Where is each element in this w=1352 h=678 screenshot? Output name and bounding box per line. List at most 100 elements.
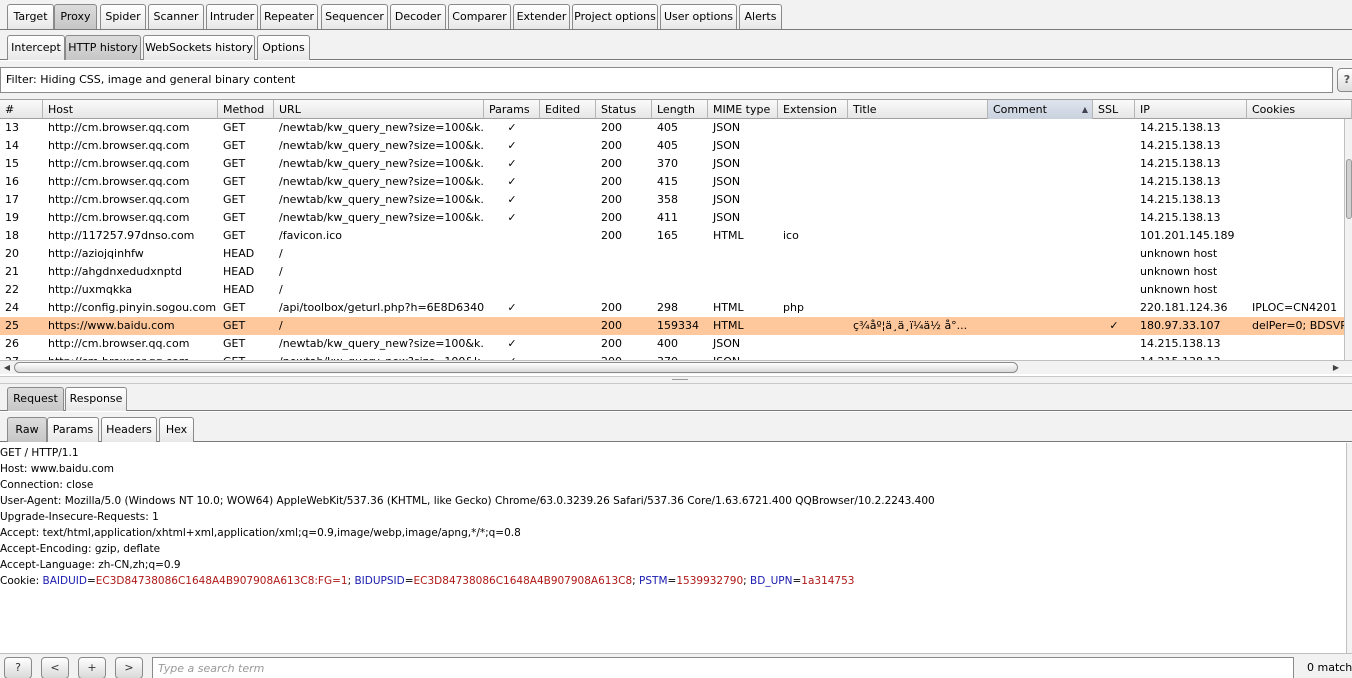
cookie-header-name: Cookie: xyxy=(0,575,43,587)
tab-proxy[interactable]: Proxy xyxy=(54,4,97,29)
table-row[interactable]: 18 http://117257.97dnso.com GET/favicon.ic… xyxy=(0,227,1344,245)
cell-title xyxy=(848,155,988,173)
scroll-thumb[interactable] xyxy=(1346,159,1352,219)
search-input[interactable] xyxy=(152,657,1294,678)
cell-status: 200 xyxy=(601,211,622,224)
search-help-button[interactable]: ? xyxy=(4,657,32,678)
table-row[interactable]: 13 http://cm.browser.qq.com GET/newtab/kw_… xyxy=(0,119,1344,137)
cell-ssl xyxy=(1093,191,1135,209)
tab-params[interactable]: Params xyxy=(47,417,99,442)
tab-extender[interactable]: Extender xyxy=(513,4,570,29)
table-horizontal-scrollbar[interactable]: ◀ ▶ xyxy=(0,360,1352,374)
column-header-status[interactable]: Status xyxy=(596,100,652,119)
cell-method: GET xyxy=(223,175,246,188)
cell-mime xyxy=(708,245,778,263)
cell-params: ✓ xyxy=(507,301,517,314)
column-header-ip[interactable]: IP xyxy=(1135,100,1247,119)
search-next-button[interactable]: > xyxy=(115,657,143,678)
table-row[interactable]: 20 http://aziojqinhfw HEAD / unknown host xyxy=(0,245,1344,263)
table-row[interactable]: 19 http://cm.browser.qq.com GET/newtab/kw_… xyxy=(0,209,1344,227)
table-row[interactable]: 24 http://config.pinyin.sogou.com GET/api/… xyxy=(0,299,1344,317)
column-header-ssl[interactable]: SSL xyxy=(1093,100,1135,119)
raw-request-editor[interactable]: GET / HTTP/1.1 Host: www.baidu.com Conne… xyxy=(0,443,1352,653)
column-header-comment[interactable]: Comment ▲ xyxy=(988,100,1093,119)
column-header-method[interactable]: Method xyxy=(218,100,274,119)
editor-vertical-scrollbar[interactable] xyxy=(1346,443,1352,653)
tab-spider[interactable]: Spider xyxy=(100,4,146,29)
tab-target[interactable]: Target xyxy=(7,4,54,29)
tab-hex[interactable]: Hex xyxy=(159,417,194,442)
cell-length: 411 xyxy=(657,211,678,224)
tab-comparer[interactable]: Comparer xyxy=(448,4,511,29)
cell-length: 405 xyxy=(657,139,678,152)
cell-num: 14 xyxy=(5,139,19,152)
column-header-mime-type[interactable]: MIME type xyxy=(708,100,778,119)
tab-scanner[interactable]: Scanner xyxy=(148,4,204,29)
pane-splitter[interactable] xyxy=(0,376,1352,384)
cell-ssl xyxy=(1093,245,1135,263)
table-row[interactable]: 27http://cm.browser.qq.comGET/newtab/kw_… xyxy=(0,353,1344,360)
search-previous-button[interactable]: < xyxy=(41,657,69,678)
scroll-left-icon[interactable]: ◀ xyxy=(1,361,13,374)
cell-host: http://config.pinyin.sogou.com xyxy=(48,301,217,314)
cell-comment xyxy=(988,155,1093,173)
column-header-params[interactable]: Params xyxy=(484,100,540,119)
tab-http-history[interactable]: HTTP history xyxy=(65,35,141,60)
scroll-right-icon[interactable]: ▶ xyxy=(1330,361,1342,374)
cell-cookies xyxy=(1247,263,1344,281)
cell-params: ✓ xyxy=(507,157,517,170)
table-row[interactable]: 16 http://cm.browser.qq.com GET/newtab/kw_… xyxy=(0,173,1344,191)
cell-method: GET xyxy=(223,229,246,242)
search-add-button[interactable]: + xyxy=(78,657,106,678)
column-header-title[interactable]: Title xyxy=(848,100,988,119)
tab-request[interactable]: Request xyxy=(7,387,64,411)
cell-cookies xyxy=(1247,137,1344,155)
tab-intruder[interactable]: Intruder xyxy=(206,4,258,29)
cell-cookies xyxy=(1247,281,1344,299)
table-row[interactable]: 17 http://cm.browser.qq.com GET/newtab/kw_… xyxy=(0,191,1344,209)
cell-num: 26 xyxy=(5,337,19,350)
column-header-extension[interactable]: Extension xyxy=(778,100,848,119)
cell-params xyxy=(484,263,540,281)
scroll-thumb[interactable] xyxy=(14,362,1018,373)
column-header-host[interactable]: Host xyxy=(43,100,218,119)
tab-user-options[interactable]: User options xyxy=(660,4,737,29)
tab-sequencer[interactable]: Sequencer xyxy=(321,4,388,29)
tab-decoder[interactable]: Decoder xyxy=(390,4,446,29)
table-row[interactable]: 25 https://www.baidu.com GET / 200 159334 HTML… xyxy=(0,317,1344,335)
cell-params: ✓ xyxy=(484,353,540,360)
table-row[interactable]: 14 http://cm.browser.qq.com GET/newtab/kw_… xyxy=(0,137,1344,155)
cell-title: ç¾åº¦ä¸ä¸ï¼ä½ å°... xyxy=(853,319,968,332)
tab-headers[interactable]: Headers xyxy=(101,417,157,442)
tab-repeater[interactable]: Repeater xyxy=(260,4,318,29)
column-header-url[interactable]: URL xyxy=(274,100,484,119)
column-header-length[interactable]: Length xyxy=(652,100,708,119)
cell-num: 15 xyxy=(5,157,19,170)
tab-project-options[interactable]: Project options xyxy=(572,4,658,29)
table-row[interactable]: 22 http://uxmqkka HEAD / unknown host xyxy=(0,281,1344,299)
filter-bar[interactable]: Filter: Hiding CSS, image and general bi… xyxy=(0,67,1333,93)
cell-ssl xyxy=(1093,353,1135,360)
column-header-number[interactable]: # xyxy=(0,100,43,119)
cell-method: GET xyxy=(218,353,274,360)
table-row[interactable]: 21 http://ahgdnxedudxnptd HEAD / unknown hos… xyxy=(0,263,1344,281)
cell-ext xyxy=(778,263,848,281)
column-header-cookies[interactable]: Cookies xyxy=(1247,100,1352,119)
tab-websockets-history[interactable]: WebSockets history xyxy=(143,35,255,60)
tab-response[interactable]: Response xyxy=(65,387,127,411)
tab-options[interactable]: Options xyxy=(257,35,310,60)
table-row[interactable]: 15 http://cm.browser.qq.com GET/newtab/kw_… xyxy=(0,155,1344,173)
filter-help-button[interactable]: ? xyxy=(1337,68,1352,92)
cell-mime: JSON xyxy=(713,337,741,350)
column-header-edited[interactable]: Edited xyxy=(540,100,596,119)
tab-alerts[interactable]: Alerts xyxy=(739,4,782,29)
cell-mime: HTML xyxy=(713,319,744,332)
cell-params: ✓ xyxy=(507,175,517,188)
cell-comment xyxy=(988,299,1093,317)
table-vertical-scrollbar[interactable] xyxy=(1344,119,1352,360)
tab-intercept[interactable]: Intercept xyxy=(7,35,65,60)
table-row[interactable]: 26 http://cm.browser.qq.com GET/newtab/kw_… xyxy=(0,335,1344,353)
cell-title xyxy=(848,245,988,263)
tab-raw[interactable]: Raw xyxy=(7,417,47,442)
cell-length: 165 xyxy=(657,229,678,242)
